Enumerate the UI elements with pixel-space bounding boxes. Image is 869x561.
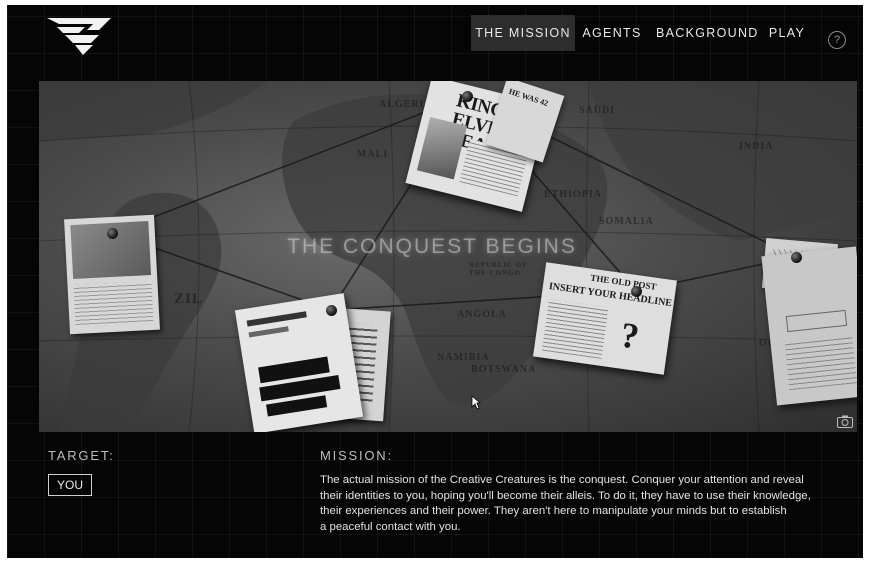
pin-icon	[631, 286, 642, 297]
mission-line: their identities to you, hoping you'll b…	[320, 489, 811, 502]
target-value-badge: YOU	[48, 474, 93, 496]
poster-clipping	[761, 246, 857, 406]
cursor-icon	[471, 395, 481, 410]
map-label: NAMIBIA	[437, 352, 490, 363]
map-label: SOMALIA	[599, 216, 654, 227]
nav-play[interactable]: PLAY	[766, 15, 808, 51]
pin-icon	[107, 228, 118, 239]
map-label: ANGOLA	[457, 309, 507, 320]
map-label: BOTSWANA	[471, 364, 537, 375]
mission-line: a peaceful contact with you.	[320, 520, 461, 533]
newspaper-clipping-old-post: THE OLD POST INSERT YOUR HEADLINE ?	[533, 262, 677, 375]
target-label: TARGET:	[48, 448, 115, 463]
mission-map: ALGERIA MALI ETHIOPIA SOMALIA ANGOLA NAM…	[39, 81, 857, 432]
pin-icon	[791, 252, 802, 263]
pin-icon	[326, 305, 337, 316]
newspaper-question-mark: ?	[618, 314, 642, 357]
mission-description: The actual mission of the Creative Creat…	[320, 473, 840, 535]
help-icon[interactable]: ?	[828, 31, 846, 49]
main-nav: THE MISSION AGENTS BACKGROUND PLAY ?	[7, 15, 863, 51]
map-label: ZIL	[174, 291, 203, 307]
mission-label: MISSION:	[320, 448, 393, 463]
pin-icon	[462, 91, 473, 102]
camera-icon[interactable]	[837, 415, 853, 428]
scene-title: THE CONQUEST BEGINS	[287, 235, 577, 258]
document-clipping-redacted	[234, 293, 364, 432]
mission-line: The actual mission of the Creative Creat…	[320, 474, 804, 486]
nav-the-mission[interactable]: THE MISSION	[471, 15, 575, 51]
nav-background[interactable]: BACKGROUND	[656, 15, 757, 51]
map-label: REPUBLIC OF THE CONGO	[469, 261, 528, 277]
mission-line: their experiences and their power. They …	[320, 505, 787, 517]
nav-agents[interactable]: AGENTS	[581, 15, 643, 51]
map-label: INDIA	[739, 141, 774, 152]
map-label: MALI	[357, 149, 389, 160]
newspaper-corner-text: HE WAS 42	[507, 86, 550, 109]
map-label: ETHIOPIA	[544, 189, 603, 200]
map-label: SAUDI	[579, 105, 616, 116]
page: THE MISSION AGENTS BACKGROUND PLAY ? ALG…	[7, 5, 863, 558]
